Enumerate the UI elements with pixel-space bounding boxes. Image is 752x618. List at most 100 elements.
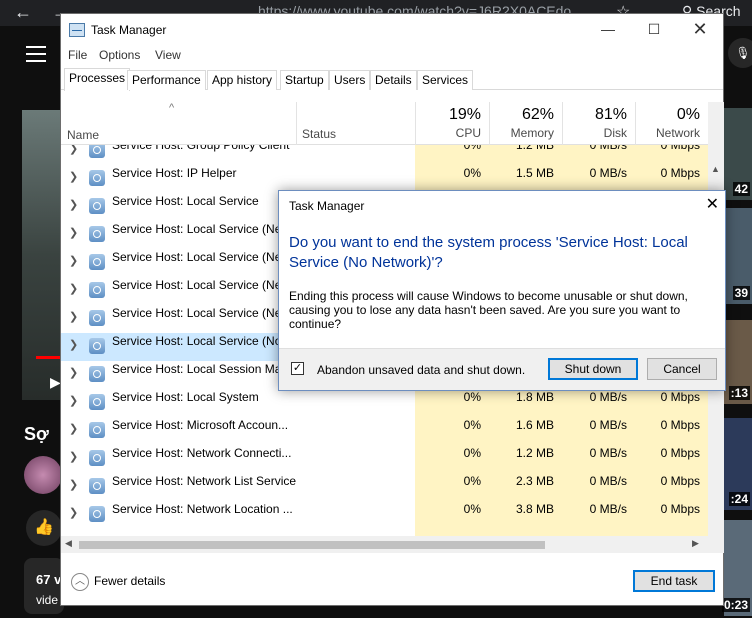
process-name: Service Host: Network List Service bbox=[112, 474, 297, 488]
chevron-right-icon[interactable]: ❯ bbox=[69, 422, 78, 435]
chevron-right-icon[interactable]: ❯ bbox=[69, 145, 78, 155]
maximize-icon[interactable]: ☐ bbox=[631, 14, 677, 44]
table-row[interactable]: ❯ Service Host: Network Location ... 0% 3.8… bbox=[61, 501, 708, 529]
cpu-cell: 0% bbox=[463, 474, 481, 488]
disk-total: 81% bbox=[594, 106, 627, 123]
tab-users[interactable]: Users bbox=[329, 70, 371, 90]
chevron-right-icon[interactable]: ❯ bbox=[69, 478, 78, 491]
related-thumbnail[interactable]: 42 bbox=[724, 108, 752, 200]
shut-down-button[interactable]: Shut down bbox=[548, 358, 638, 380]
chevron-right-icon[interactable]: ❯ bbox=[69, 170, 78, 183]
process-name: Service Host: Local System bbox=[112, 390, 259, 404]
process-name: Service Host: IP Helper bbox=[112, 166, 237, 180]
chevron-right-icon[interactable]: ❯ bbox=[69, 310, 78, 323]
chevron-right-icon[interactable]: ❯ bbox=[69, 506, 78, 519]
scroll-left-icon[interactable]: ◀ bbox=[65, 538, 72, 549]
process-name: Service Host: Local Service (Net... bbox=[112, 278, 295, 292]
related-thumbnail[interactable]: 39 bbox=[724, 208, 752, 304]
tab-bar: Processes Performance App history Startu… bbox=[61, 68, 723, 91]
menu-file[interactable]: File bbox=[68, 48, 87, 62]
horizontal-scrollbar[interactable]: ◀ ▶ bbox=[61, 536, 724, 553]
chevron-right-icon[interactable]: ❯ bbox=[69, 338, 78, 351]
service-icon bbox=[89, 422, 105, 438]
service-icon bbox=[89, 170, 105, 186]
tab-processes[interactable]: Processes bbox=[64, 68, 131, 91]
table-row[interactable]: ❯ Service Host: IP Helper 0% 1.5 MB 0 MB/s 0 … bbox=[61, 165, 708, 193]
menu-view[interactable]: View bbox=[155, 48, 181, 62]
minimize-icon[interactable]: — bbox=[585, 14, 631, 44]
network-total: 0% bbox=[676, 106, 700, 123]
disk-cell: 0 MB/s bbox=[589, 502, 627, 516]
service-icon bbox=[89, 478, 105, 494]
video-progress[interactable] bbox=[36, 356, 62, 359]
memory-cell: 1.2 MB bbox=[515, 446, 554, 460]
fewer-details-link[interactable]: Fewer details bbox=[94, 574, 165, 588]
chevron-right-icon[interactable]: ❯ bbox=[69, 254, 78, 267]
chevron-right-icon[interactable]: ❯ bbox=[69, 226, 78, 239]
chevron-right-icon[interactable]: ❯ bbox=[69, 282, 78, 295]
service-icon bbox=[89, 145, 105, 158]
disk-label: Disk bbox=[603, 126, 627, 140]
service-icon bbox=[89, 254, 105, 270]
service-icon bbox=[89, 198, 105, 214]
process-name: Service Host: Group Policy Client bbox=[112, 145, 290, 152]
views-count: 67 v bbox=[36, 572, 62, 587]
chevron-right-icon[interactable]: ❯ bbox=[69, 450, 78, 463]
mic-icon[interactable]: 🎙 bbox=[728, 38, 752, 68]
memory-cell: 3.8 MB bbox=[515, 502, 554, 516]
horizontal-scroll-thumb[interactable] bbox=[79, 541, 545, 549]
network-cell: 0 Mbps bbox=[660, 145, 700, 152]
close-icon[interactable]: ✕ bbox=[677, 14, 723, 44]
chevron-right-icon[interactable]: ❯ bbox=[69, 198, 78, 211]
memory-cell: 1.6 MB bbox=[515, 418, 554, 432]
tab-app-history[interactable]: App history bbox=[207, 70, 278, 90]
service-icon bbox=[89, 338, 105, 354]
like-icon[interactable]: 👍 bbox=[26, 510, 62, 546]
related-thumbnail[interactable]: :24 bbox=[724, 418, 752, 510]
dialog-close-icon[interactable]: ✕ bbox=[706, 194, 719, 214]
column-name[interactable]: Name bbox=[67, 128, 99, 142]
network-cell: 0 Mbps bbox=[660, 474, 700, 488]
table-row[interactable]: ❯ Service Host: Local System 0% 1.8 MB 0 MB/… bbox=[61, 389, 708, 417]
service-icon bbox=[89, 506, 105, 522]
table-row[interactable]: ❯ Service Host: Microsoft Accoun... 0% 1.6 … bbox=[61, 417, 708, 445]
related-thumbnail[interactable]: :13 bbox=[724, 320, 752, 404]
disk-cell: 0 MB/s bbox=[589, 446, 627, 460]
abandon-data-checkbox[interactable]: ✓ bbox=[291, 362, 304, 375]
tab-startup[interactable]: Startup bbox=[280, 70, 329, 90]
tab-details[interactable]: Details bbox=[370, 70, 417, 90]
cpu-cell: 0% bbox=[463, 418, 481, 432]
chevron-right-icon[interactable]: ❯ bbox=[69, 366, 78, 379]
chevron-right-icon[interactable]: ❯ bbox=[69, 394, 78, 407]
avatar[interactable] bbox=[24, 456, 62, 494]
column-status-area[interactable]: Status bbox=[296, 102, 416, 145]
table-row[interactable]: ❯ Service Host: Group Policy Client 0% 1.2 … bbox=[61, 145, 708, 165]
table-row[interactable]: ❯ Service Host: Network List Service 0% 2.3… bbox=[61, 473, 708, 501]
table-row[interactable]: ❯ Service Host: Network Connecti... 0% 1.2 … bbox=[61, 445, 708, 473]
back-icon[interactable]: ← bbox=[14, 2, 32, 23]
tab-performance[interactable]: Performance bbox=[127, 70, 206, 90]
sort-arrow-icon: ^ bbox=[169, 102, 175, 114]
video-description[interactable]: 67 v vide bbox=[24, 558, 64, 614]
network-cell: 0 Mbps bbox=[660, 166, 700, 180]
title-bar[interactable]: Task Manager — ☐ ✕ bbox=[61, 14, 723, 46]
scroll-right-icon[interactable]: ▶ bbox=[692, 538, 699, 549]
service-icon bbox=[89, 226, 105, 242]
column-memory[interactable]: 62% Memory bbox=[489, 102, 562, 145]
menu-options[interactable]: Options bbox=[99, 48, 140, 62]
abandon-data-label[interactable]: Abandon unsaved data and shut down. bbox=[317, 363, 525, 377]
column-network[interactable]: 0% Network bbox=[635, 102, 708, 145]
chevron-up-icon[interactable]: ︿ bbox=[71, 573, 89, 591]
process-name: Service Host: Local Session Man bbox=[112, 362, 289, 376]
column-cpu[interactable]: 19% CPU bbox=[415, 102, 489, 145]
process-name: Service Host: Local Service bbox=[112, 194, 259, 208]
column-disk[interactable]: 81% Disk bbox=[562, 102, 635, 145]
scroll-up-icon[interactable]: ▲ bbox=[711, 164, 720, 174]
end-task-button[interactable]: End task bbox=[633, 570, 715, 592]
related-thumbnail[interactable]: 0:23 bbox=[721, 520, 752, 616]
memory-cell: 1.5 MB bbox=[515, 166, 554, 180]
menu-icon[interactable] bbox=[26, 46, 46, 67]
disk-cell: 0 MB/s bbox=[589, 418, 627, 432]
tab-services[interactable]: Services bbox=[417, 70, 474, 90]
cancel-button[interactable]: Cancel bbox=[647, 358, 717, 380]
